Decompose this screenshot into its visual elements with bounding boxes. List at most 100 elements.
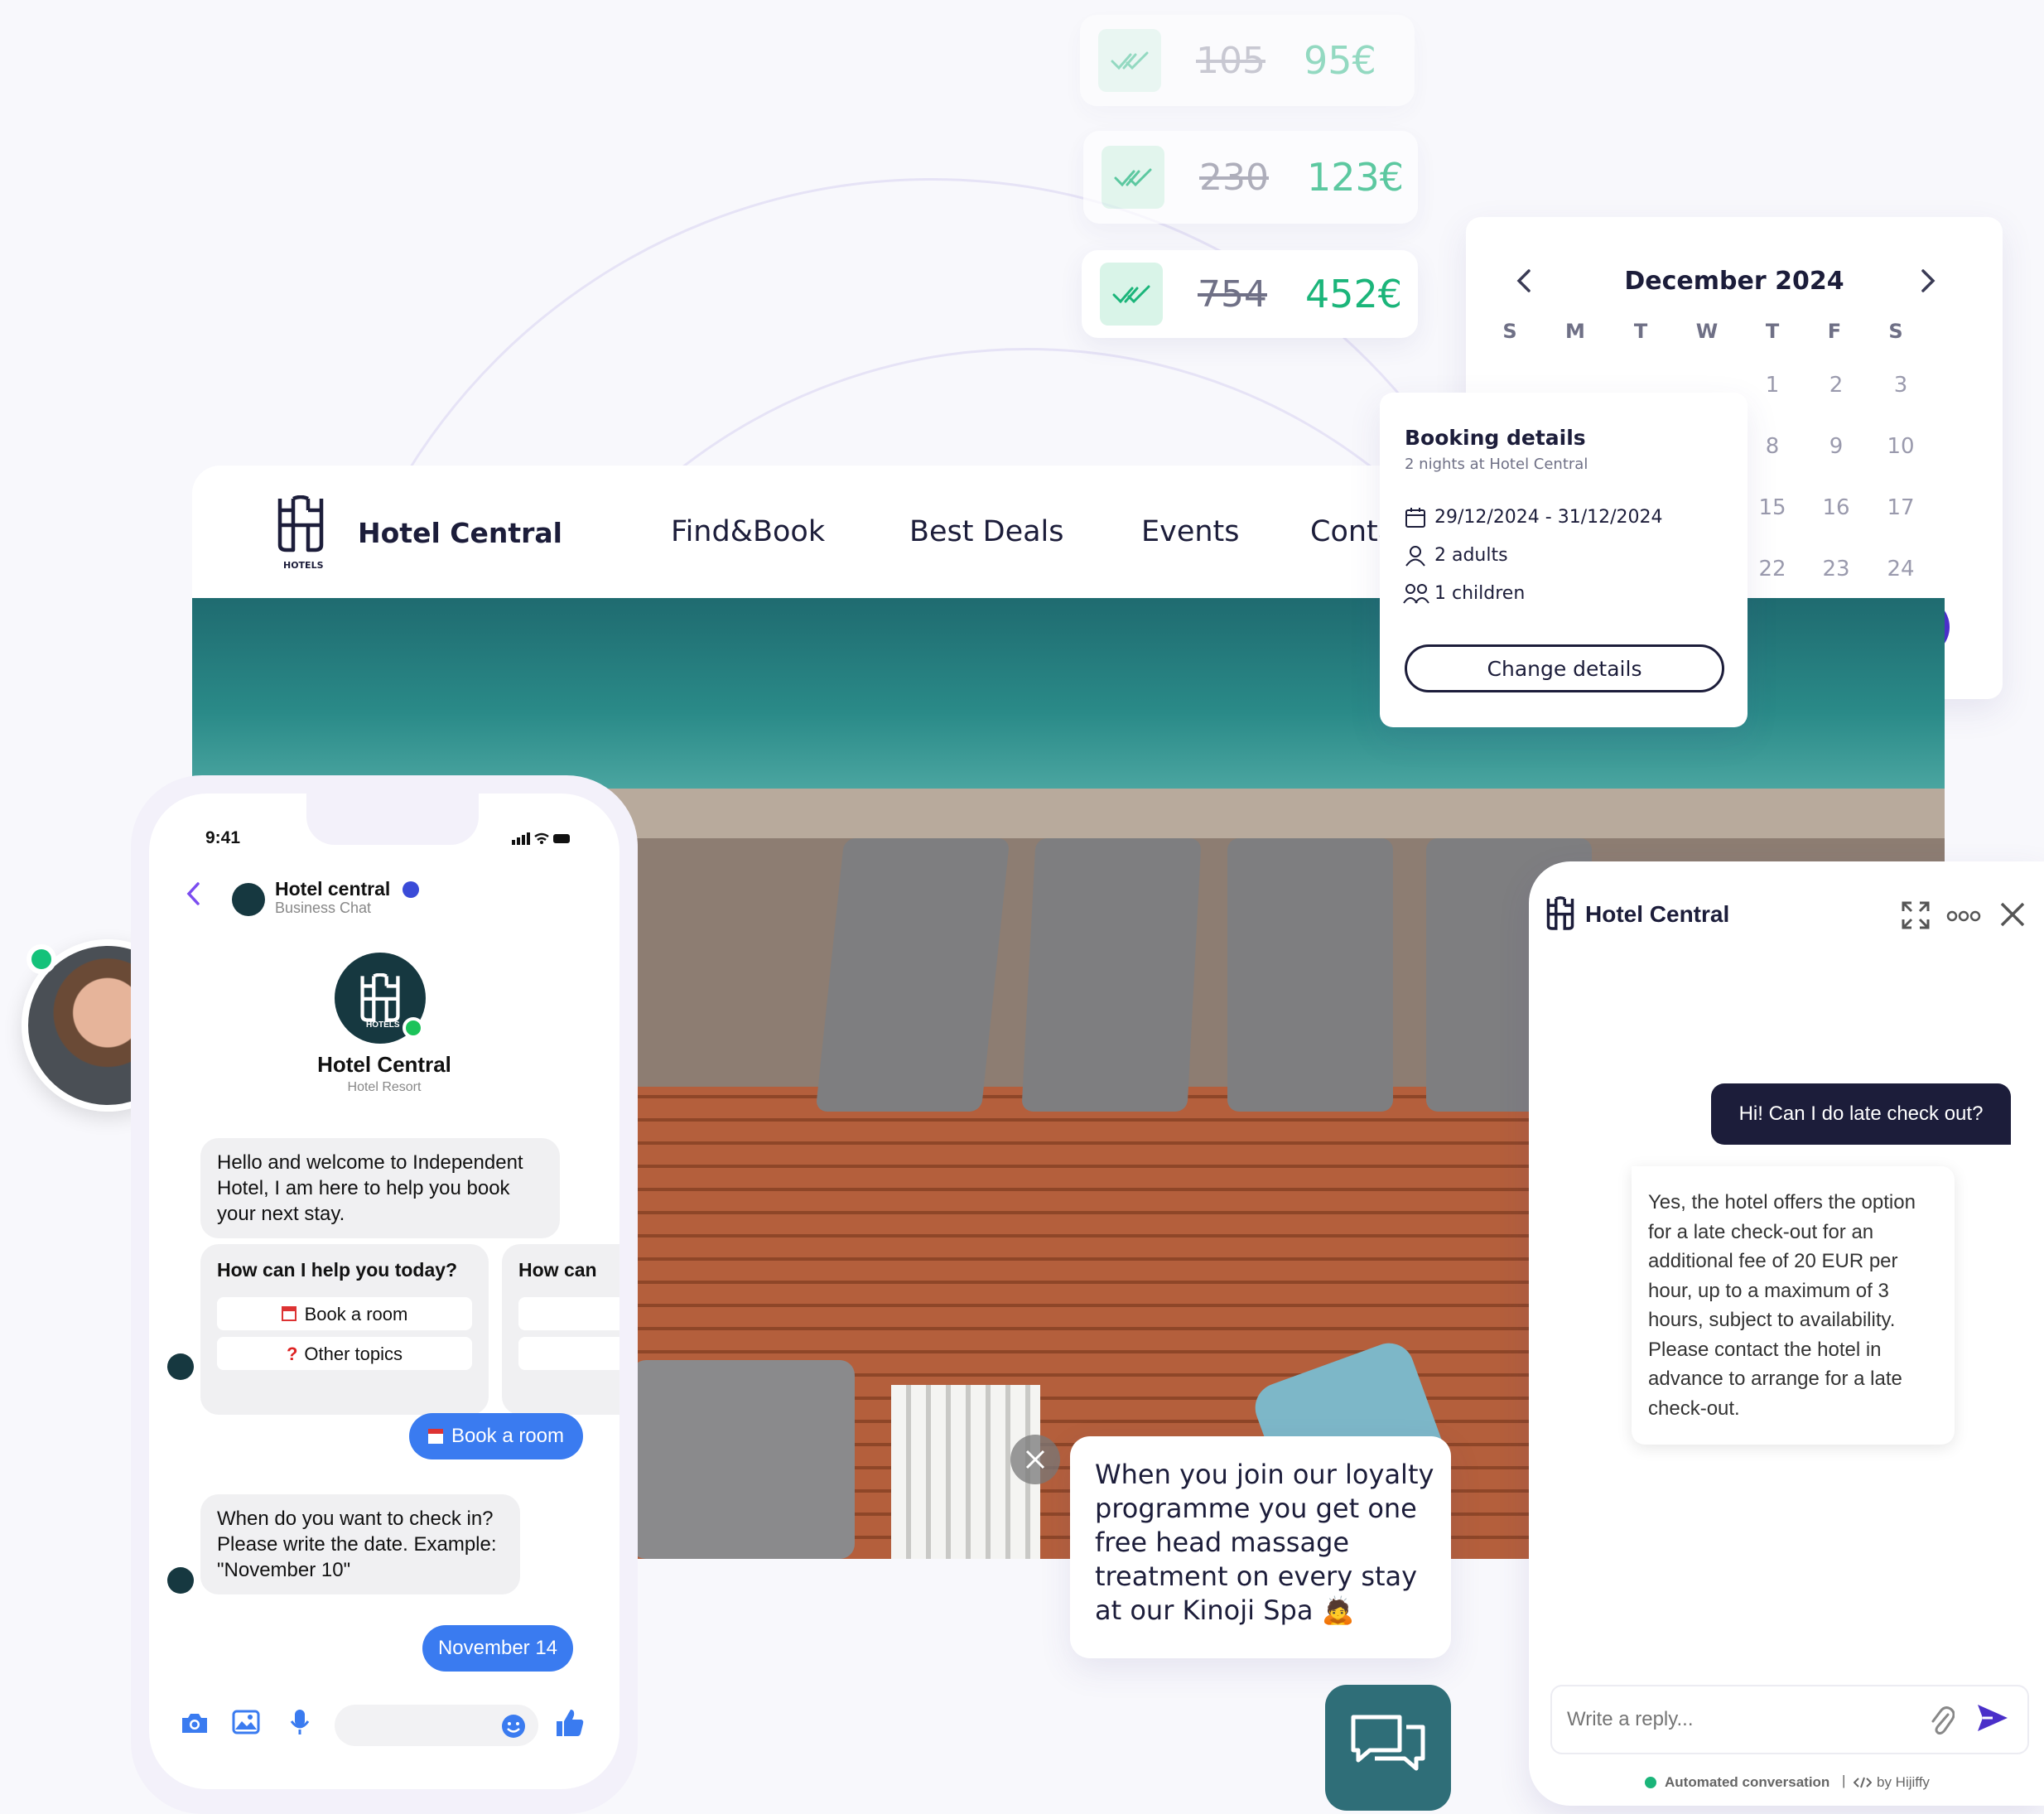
calendar-emoji-icon	[427, 1429, 443, 1444]
messenger-phone: 9:41 Hotel central Business Chat HOTELS …	[149, 794, 619, 1789]
old-price: 754	[1198, 273, 1267, 316]
calendar-day[interactable]: 22	[1743, 557, 1801, 581]
double-check-icon	[1098, 29, 1161, 92]
card-title: How can I help you today?	[217, 1259, 458, 1281]
calendar-day[interactable]: 16	[1807, 495, 1865, 520]
profile-logo-caption: HOTELS	[366, 1020, 400, 1030]
calendar-icon	[1405, 507, 1426, 532]
booking-title: Booking details	[1405, 426, 1586, 450]
price-card-2: 230 123€	[1083, 131, 1418, 224]
gallery-icon[interactable]	[232, 1710, 260, 1738]
quick-reply-card-next: How can	[502, 1244, 619, 1415]
booking-adults: 2 adults	[1434, 545, 1508, 566]
contact-avatar[interactable]	[232, 883, 265, 916]
signal-icon	[512, 832, 571, 848]
weekday-label: W	[1695, 320, 1719, 343]
weekday-label: M	[1565, 320, 1585, 343]
profile-online-dot	[403, 1017, 424, 1039]
more-options-icon[interactable]	[1946, 909, 1981, 925]
price-card-3: 754 452€	[1082, 250, 1418, 338]
new-price: 95€	[1303, 38, 1376, 83]
bot-checkin-question: When do you want to check in? Please wri…	[200, 1494, 520, 1594]
price-card-1: 105 95€	[1080, 15, 1415, 106]
code-icon	[1853, 1776, 1873, 1792]
phone-notch	[306, 794, 479, 845]
option-other-topics[interactable]: ? Other topics	[217, 1337, 472, 1370]
calendar-day[interactable]: 23	[1807, 557, 1865, 581]
contact-subtitle: Business Chat	[275, 900, 372, 916]
nav-events[interactable]: Events	[1141, 515, 1240, 548]
microphone-icon[interactable]	[290, 1708, 310, 1739]
webchat-title: Hotel Central	[1585, 901, 1730, 927]
attachment-icon[interactable]	[1930, 1703, 1955, 1739]
calendar-day[interactable]: 8	[1743, 434, 1801, 459]
webchat-widget: Hotel Central Hi! Can I do late check ou…	[1529, 861, 2044, 1806]
new-price: 452€	[1304, 272, 1403, 316]
status-time: 9:41	[205, 828, 241, 847]
bot-message: Yes, the hotel offers the option for a l…	[1632, 1166, 1955, 1445]
sunbed	[815, 838, 1010, 1112]
old-price: 230	[1199, 156, 1269, 199]
calendar-day[interactable]: 15	[1743, 495, 1801, 520]
loyalty-promo-card: When you join our loyalty programme you …	[1070, 1436, 1451, 1658]
sunbed	[1227, 838, 1393, 1112]
chat-launcher-button[interactable]	[1325, 1685, 1451, 1811]
expand-icon[interactable]	[1902, 901, 1930, 933]
bot-avatar-icon	[167, 1567, 194, 1594]
card-title: How can	[518, 1259, 597, 1281]
weekday-label: T	[1633, 320, 1648, 343]
option-partial[interactable]	[518, 1297, 619, 1330]
option-partial[interactable]	[518, 1337, 619, 1370]
option-book-room[interactable]: Book a room	[217, 1297, 472, 1330]
footer-powered-by[interactable]: by Hijiffy	[1877, 1774, 1930, 1791]
hotel-logo-icon[interactable]	[275, 495, 326, 557]
calendar-day[interactable]: 10	[1872, 434, 1930, 459]
weekday-label: S	[1502, 320, 1517, 343]
close-chat-icon[interactable]	[1999, 901, 2026, 931]
camera-icon[interactable]	[181, 1711, 209, 1738]
close-promo-icon[interactable]	[1010, 1435, 1060, 1484]
emoji-icon[interactable]	[500, 1713, 527, 1743]
reply-input[interactable]	[1567, 1703, 1898, 1736]
send-icon[interactable]	[1976, 1701, 2009, 1738]
double-check-icon	[1102, 146, 1164, 209]
footer-divider: |	[1842, 1773, 1846, 1788]
quick-reply-card: How can I help you today? Book a room ? O…	[200, 1244, 489, 1415]
option-label: Book a room	[304, 1303, 408, 1324]
webchat-logo-icon	[1545, 896, 1575, 934]
question-mark-icon: ?	[286, 1343, 298, 1364]
site-brand[interactable]: Hotel Central	[358, 517, 562, 549]
calendar-day[interactable]: 1	[1743, 373, 1801, 398]
profile-subtitle: Hotel Resort	[347, 1080, 422, 1094]
calendar-day[interactable]: 9	[1807, 434, 1865, 459]
promo-text: When you join our loyalty programme you …	[1095, 1459, 1434, 1626]
calendar-emoji-icon	[281, 1306, 296, 1321]
automated-status-dot	[1645, 1777, 1656, 1788]
new-price: 123€	[1306, 155, 1405, 200]
calendar-day[interactable]: 2	[1807, 373, 1865, 398]
weekday-label: S	[1888, 320, 1903, 343]
option-label: Other topics	[304, 1343, 403, 1364]
user-reply-date: November 14	[422, 1625, 573, 1672]
booking-dates: 29/12/2024 - 31/12/2024	[1434, 507, 1663, 528]
calendar-day[interactable]: 3	[1872, 373, 1930, 398]
bot-avatar-icon	[167, 1353, 194, 1380]
profile-name: Hotel Central	[317, 1052, 451, 1077]
calendar-day[interactable]: 17	[1872, 495, 1930, 520]
online-status-dot	[27, 944, 56, 974]
weekday-label: T	[1765, 320, 1780, 343]
thumbs-up-icon[interactable]	[555, 1708, 585, 1741]
booking-children: 1 children	[1434, 583, 1526, 604]
change-details-button[interactable]: Change details	[1405, 644, 1724, 692]
user-reply-book-room: Book a room	[409, 1413, 583, 1459]
calendar-day[interactable]: 24	[1872, 557, 1930, 581]
nav-find-book[interactable]: Find&Book	[671, 515, 825, 548]
bot-welcome-message: Hello and welcome to Independent Hotel, …	[200, 1138, 560, 1238]
back-chevron-icon[interactable]	[186, 881, 200, 909]
contact-name: Hotel central	[275, 878, 391, 900]
verified-badge-icon	[403, 881, 419, 898]
chat-bubbles-icon	[1351, 1715, 1425, 1771]
nav-best-deals[interactable]: Best Deals	[909, 515, 1064, 548]
footer-automated: Automated conversation	[1665, 1774, 1830, 1790]
chevron-right-icon[interactable]	[1920, 268, 1936, 297]
